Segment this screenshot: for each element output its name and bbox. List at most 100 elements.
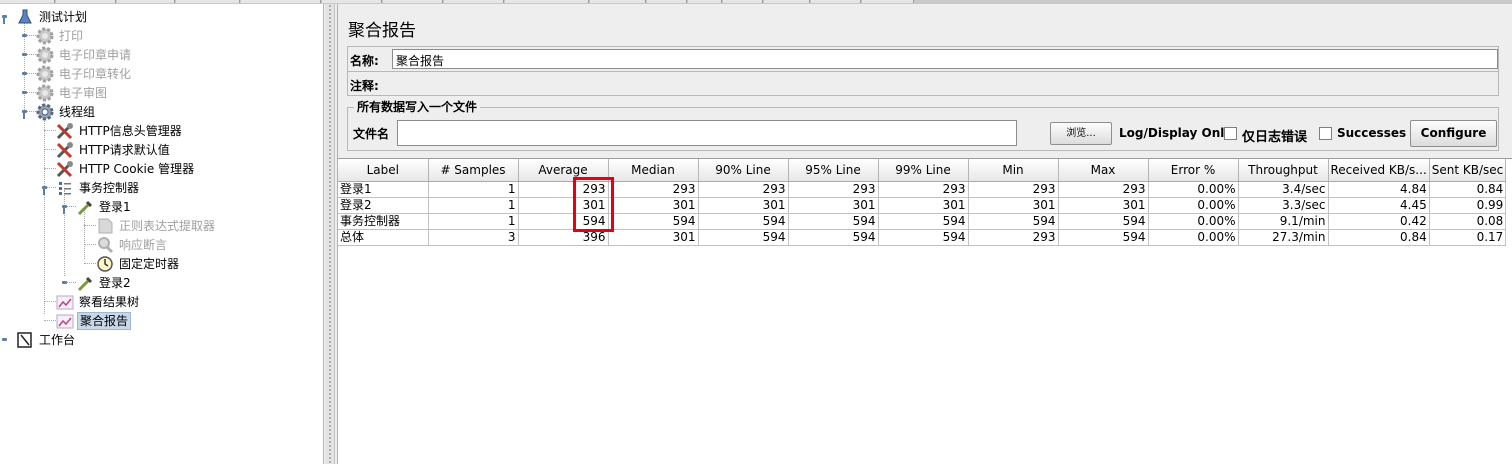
- column-header[interactable]: 90% Line: [698, 159, 789, 182]
- test-plan-tree[interactable]: 测试计划 打印 电子印章申请 电子印章转化 电子审图 线程组 HTTP信息头管理…: [0, 4, 324, 464]
- wrench-icon: [56, 160, 74, 178]
- tree-node-label: 正则表达式提取器: [119, 218, 216, 233]
- tree-node-label: 登录2: [99, 275, 131, 290]
- tree-node-print[interactable]: 打印: [22, 26, 85, 45]
- column-header[interactable]: # Samples: [428, 159, 519, 182]
- tree-node-seal-convert[interactable]: 电子印章转化: [22, 64, 133, 83]
- table-cell: 事务控制器: [338, 213, 429, 230]
- successes-checkbox[interactable]: [1319, 127, 1332, 140]
- tree-node-constant-timer[interactable]: 固定定时器: [96, 254, 181, 273]
- tree-node-http-defaults[interactable]: HTTP请求默认值: [56, 140, 172, 159]
- tree-node-thread-group[interactable]: 线程组: [22, 102, 97, 121]
- tree-node-label: 电子印章转化: [59, 66, 132, 81]
- tree-node-label: 响应断言: [119, 237, 168, 252]
- column-header[interactable]: Throughput: [1238, 159, 1329, 182]
- table-row[interactable]: 登录1 1 293 293 293 293 293 293 293 0.00% 3.4/sec 4.8…: [338, 181, 1507, 198]
- test-plan-flask-icon: [16, 8, 34, 26]
- comment-label: 注释:: [350, 79, 379, 93]
- tree-node-aggregate-report[interactable]: 聚合报告: [56, 311, 132, 330]
- write-to-file-group: 所有数据写入一个文件 文件名 浏览... Log/Display Only: 仅…: [347, 98, 1499, 151]
- table-cell: 0.00%: [1148, 229, 1239, 246]
- expand-handle-icon[interactable]: [62, 278, 71, 287]
- browse-button[interactable]: 浏览...: [1050, 122, 1112, 145]
- name-input[interactable]: 聚合报告: [392, 49, 1498, 69]
- table-cell: 293: [698, 181, 789, 198]
- column-header[interactable]: 99% Line: [878, 159, 969, 182]
- tree-node-label: 线程组: [59, 104, 96, 119]
- configure-button[interactable]: Configure: [1410, 120, 1497, 147]
- table-cell: 0.42: [1328, 213, 1430, 230]
- filename-input[interactable]: [397, 120, 1017, 146]
- tree-node-test-plan[interactable]: 测试计划: [2, 7, 89, 26]
- expand-handle-icon[interactable]: [22, 31, 31, 40]
- table-cell: 594: [608, 213, 699, 230]
- table-row[interactable]: 总体 3 396 301 594 594 594 293 594 0.00% 27.3/min 0.8…: [338, 229, 1507, 246]
- table-cell: 0.99: [1429, 197, 1507, 214]
- column-header[interactable]: Error %: [1148, 159, 1239, 182]
- table-cell: 0.00%: [1148, 197, 1239, 214]
- aggregate-results-table-area[interactable]: Label # Samples Average Median 90% Line …: [338, 158, 1512, 464]
- tree-node-drawing-review[interactable]: 电子审图: [22, 83, 109, 102]
- name-comment-box: 名称: 聚合报告 注释:: [347, 46, 1499, 96]
- table-row[interactable]: 登录2 1 301 301 301 301 301 301 301 0.00% 3.3/sec 4.4…: [338, 197, 1507, 214]
- column-header[interactable]: Min: [968, 159, 1059, 182]
- column-header[interactable]: 95% Line: [788, 159, 879, 182]
- table-cell: 4.45: [1328, 197, 1430, 214]
- gear-icon: [36, 84, 54, 102]
- table-cell: 301: [878, 197, 969, 214]
- expand-handle-icon[interactable]: [22, 50, 31, 59]
- table-cell: 301: [608, 197, 699, 214]
- table-cell: 0.17: [1429, 229, 1507, 246]
- tree-node-label: 固定定时器: [119, 256, 180, 271]
- errors-only-checkbox[interactable]: [1224, 127, 1237, 140]
- column-header[interactable]: Sent KB/sec: [1429, 159, 1507, 182]
- tree-node-transaction-controller[interactable]: 事务控制器: [42, 178, 141, 197]
- table-cell: 27.3/min: [1238, 229, 1329, 246]
- tree-node-regex-extractor[interactable]: 正则表达式提取器: [96, 216, 217, 235]
- table-cell: 4.84: [1328, 181, 1430, 198]
- table-cell: 1: [428, 197, 519, 214]
- tree-node-login2[interactable]: 登录2: [62, 273, 133, 292]
- tree-node-label: 聚合报告: [77, 311, 132, 330]
- expand-handle-icon[interactable]: [22, 69, 31, 78]
- workbench-icon: [16, 331, 34, 349]
- tree-node-view-results-tree[interactable]: 察看结果树: [56, 292, 141, 311]
- tree-node-workbench[interactable]: 工作台: [2, 330, 77, 349]
- table-cell: 0.84: [1429, 181, 1507, 198]
- expand-handle-icon[interactable]: [62, 202, 71, 214]
- tree-node-label: HTTP Cookie 管理器: [79, 161, 195, 176]
- page-title: 聚合报告: [348, 21, 416, 41]
- table-cell: 301: [608, 229, 699, 246]
- successes-label: Successes: [1337, 126, 1407, 140]
- aggregate-results-table: Label # Samples Average Median 90% Line …: [338, 159, 1507, 246]
- column-header[interactable]: Label: [338, 159, 429, 182]
- column-header[interactable]: Max: [1058, 159, 1149, 182]
- table-cell: 总体: [338, 229, 429, 246]
- tree-node-login1[interactable]: 登录1: [62, 197, 133, 216]
- tree-node-response-assertion[interactable]: 响应断言: [96, 235, 169, 254]
- tree-node-http-header-manager[interactable]: HTTP信息头管理器: [56, 121, 184, 140]
- table-row[interactable]: 事务控制器 1 594 594 594 594 594 594 594 0.00% 9.1/min 0…: [338, 213, 1507, 230]
- controller-icon: [56, 179, 74, 197]
- expand-handle-icon[interactable]: [42, 183, 51, 195]
- expand-handle-icon[interactable]: [22, 88, 31, 97]
- expand-handle-icon[interactable]: [22, 107, 31, 119]
- extractor-icon: [96, 217, 114, 235]
- tree-node-seal-apply[interactable]: 电子印章申请: [22, 45, 133, 64]
- table-cell: 3: [428, 229, 519, 246]
- gear-icon: [36, 46, 54, 64]
- expand-handle-icon[interactable]: [2, 12, 11, 24]
- table-cell: 293: [968, 181, 1059, 198]
- table-cell: 1: [428, 213, 519, 230]
- table-cell: 301: [788, 197, 879, 214]
- table-cell: 3.3/sec: [1238, 197, 1329, 214]
- tree-node-label: 电子印章申请: [59, 47, 132, 62]
- column-header[interactable]: Median: [608, 159, 699, 182]
- tree-node-cookie-manager[interactable]: HTTP Cookie 管理器: [56, 159, 196, 178]
- table-cell: 0.08: [1429, 213, 1507, 230]
- filename-label: 文件名: [353, 127, 390, 141]
- comment-input[interactable]: [392, 74, 1498, 94]
- split-pane-divider[interactable]: [325, 4, 335, 464]
- column-header[interactable]: Received KB/s...: [1328, 159, 1430, 182]
- expand-handle-icon[interactable]: [2, 335, 11, 344]
